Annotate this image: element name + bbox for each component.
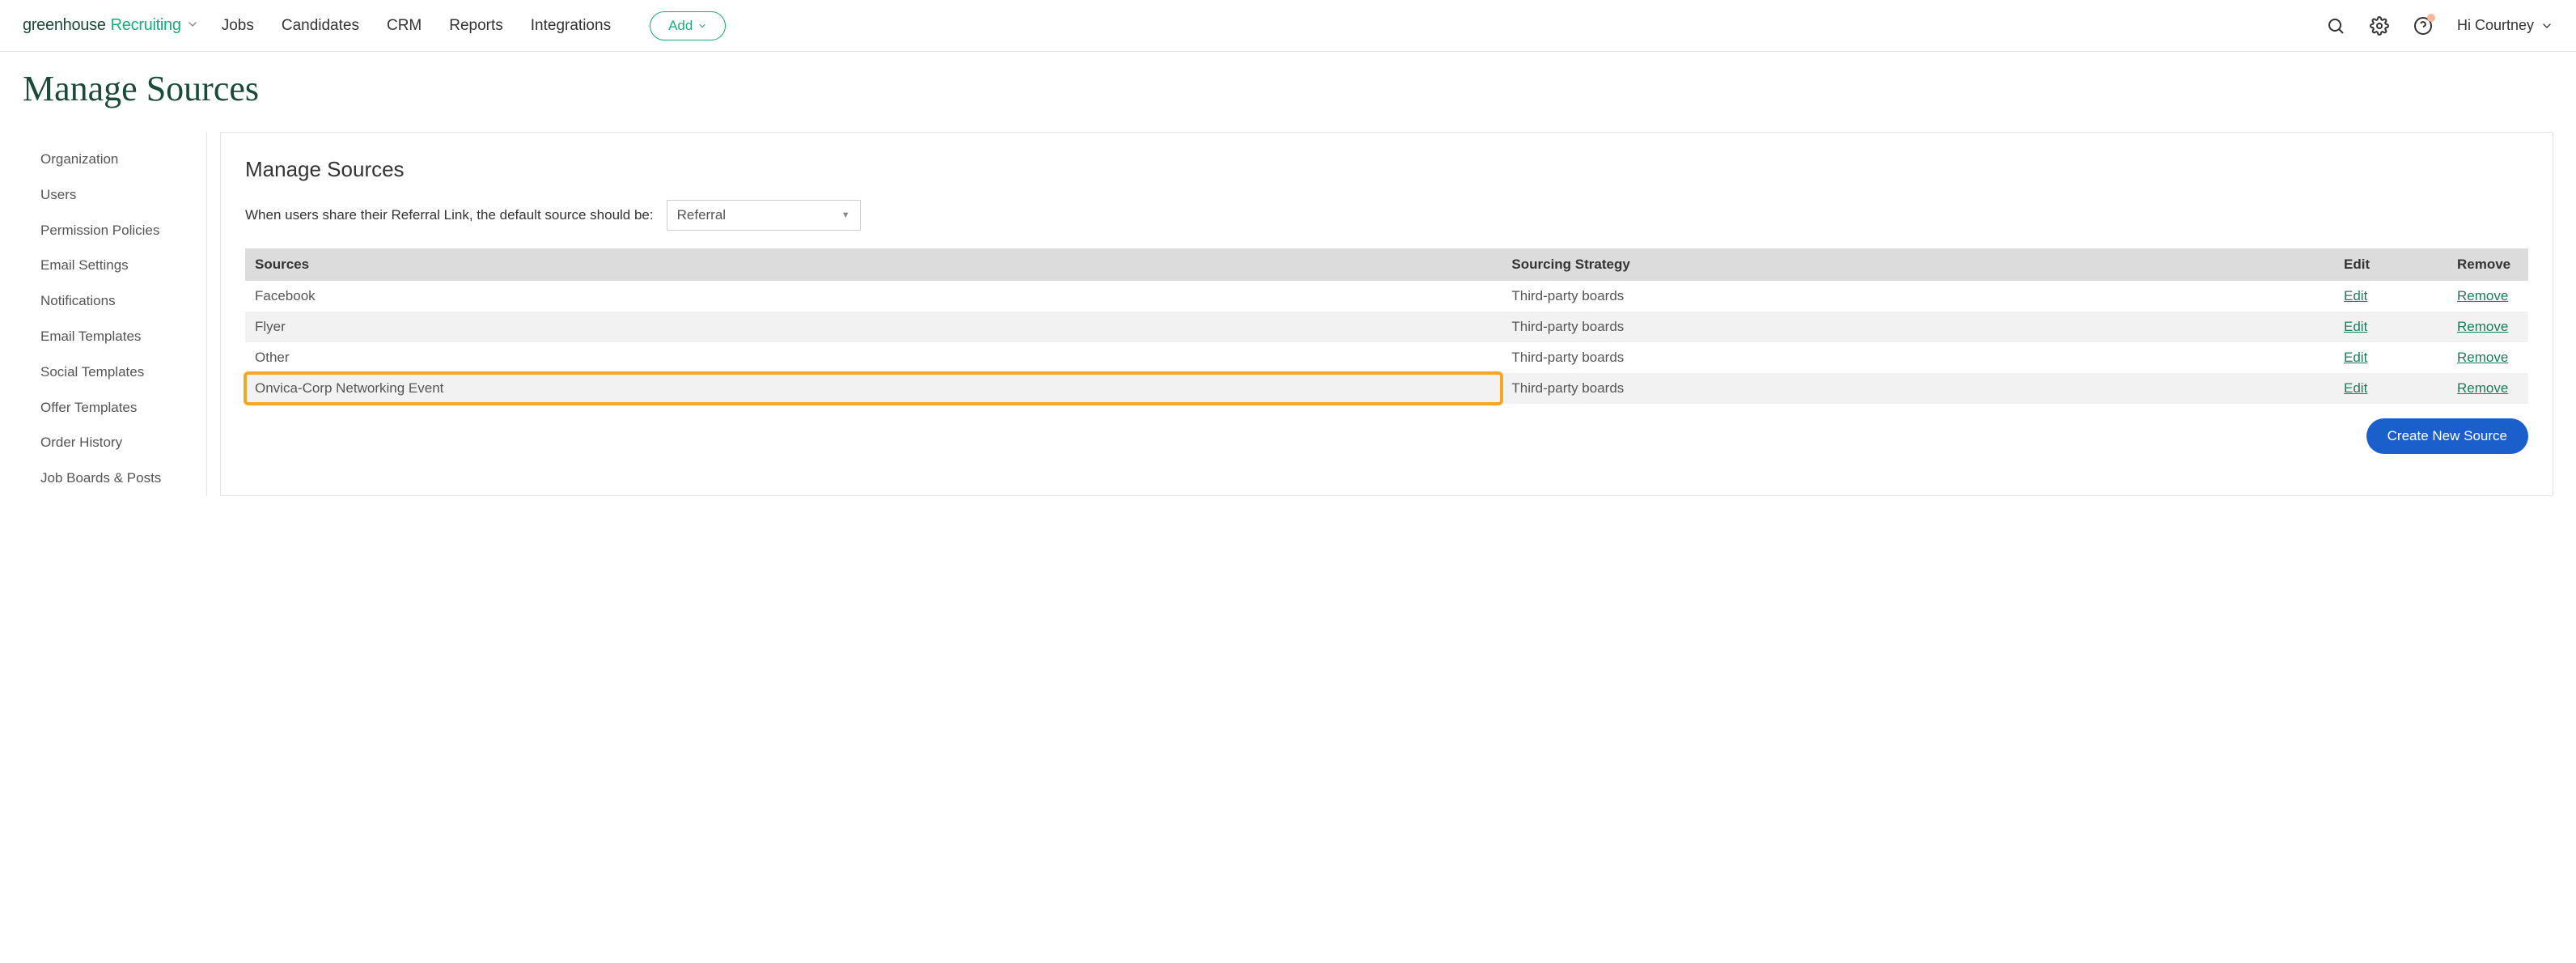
sidebar-item-email-templates[interactable]: Email Templates (23, 319, 206, 354)
search-icon[interactable] (2326, 16, 2345, 36)
table-row: Facebook Third-party boards Edit Remove (245, 281, 2528, 312)
remove-link[interactable]: Remove (2457, 319, 2508, 334)
gear-icon[interactable] (2370, 16, 2389, 36)
sidebar-item-notifications[interactable]: Notifications (23, 283, 206, 319)
source-name-highlighted: Onvica-Corp Networking Event (245, 373, 1502, 404)
panel-heading: Manage Sources (245, 157, 2528, 182)
logo-recruiting: Recruiting (111, 16, 181, 35)
source-strategy: Third-party boards (1502, 281, 2334, 312)
table-row: Flyer Third-party boards Edit Remove (245, 312, 2528, 342)
source-name: Facebook (245, 281, 1502, 312)
sidebar-item-permission-policies[interactable]: Permission Policies (23, 213, 206, 248)
nav-right: Hi Courtney (2326, 16, 2553, 36)
settings-sidebar: Organization Users Permission Policies E… (23, 132, 207, 496)
sidebar-item-users[interactable]: Users (23, 177, 206, 213)
source-name: Flyer (245, 312, 1502, 342)
table-row: Onvica-Corp Networking Event Third-party… (245, 373, 2528, 404)
chevron-down-icon (697, 21, 707, 31)
edit-link[interactable]: Edit (2344, 319, 2367, 334)
logo-greenhouse: greenhouse (23, 16, 106, 35)
product-switcher[interactable]: greenhouse Recruiting (23, 16, 199, 35)
default-source-value: Referral (677, 207, 726, 223)
edit-link[interactable]: Edit (2344, 288, 2367, 303)
chevron-down-icon (186, 18, 199, 33)
create-new-source-button[interactable]: Create New Source (2366, 418, 2528, 454)
sidebar-item-offer-templates[interactable]: Offer Templates (23, 390, 206, 426)
sidebar-item-job-boards-posts[interactable]: Job Boards & Posts (23, 460, 206, 496)
remove-link[interactable]: Remove (2457, 380, 2508, 396)
remove-link[interactable]: Remove (2457, 288, 2508, 303)
col-header-strategy: Sourcing Strategy (1502, 248, 2334, 281)
user-greeting: Hi Courtney (2457, 17, 2534, 34)
source-strategy: Third-party boards (1502, 312, 2334, 342)
col-header-edit: Edit (2334, 248, 2447, 281)
help-icon[interactable] (2413, 16, 2433, 36)
default-source-select[interactable]: Referral ▼ (667, 200, 861, 231)
edit-link[interactable]: Edit (2344, 380, 2367, 396)
remove-link[interactable]: Remove (2457, 350, 2508, 365)
default-source-row: When users share their Referral Link, th… (245, 200, 2528, 231)
sidebar-item-order-history[interactable]: Order History (23, 425, 206, 460)
sidebar-item-social-templates[interactable]: Social Templates (23, 354, 206, 390)
top-nav: greenhouse Recruiting Jobs Candidates CR… (0, 0, 2576, 52)
user-menu[interactable]: Hi Courtney (2457, 17, 2553, 34)
page-title: Manage Sources (0, 52, 2576, 132)
nav-crm[interactable]: CRM (387, 17, 422, 35)
sources-table: Sources Sourcing Strategy Edit Remove Fa… (245, 248, 2528, 404)
nav-reports[interactable]: Reports (449, 17, 503, 35)
default-source-label: When users share their Referral Link, th… (245, 207, 654, 223)
nav-integrations[interactable]: Integrations (531, 17, 611, 35)
source-name: Other (245, 342, 1502, 373)
main-panel: Manage Sources When users share their Re… (220, 132, 2553, 496)
content-layout: Organization Users Permission Policies E… (0, 132, 2576, 528)
table-row: Other Third-party boards Edit Remove (245, 342, 2528, 373)
add-button-label: Add (668, 18, 693, 34)
chevron-down-icon (2540, 19, 2553, 32)
nav-candidates[interactable]: Candidates (282, 17, 359, 35)
sidebar-item-organization[interactable]: Organization (23, 142, 206, 177)
sidebar-item-email-settings[interactable]: Email Settings (23, 248, 206, 283)
source-name: Onvica-Corp Networking Event (255, 380, 443, 396)
source-strategy: Third-party boards (1502, 342, 2334, 373)
edit-link[interactable]: Edit (2344, 350, 2367, 365)
col-header-remove: Remove (2447, 248, 2528, 281)
col-header-sources: Sources (245, 248, 1502, 281)
caret-down-icon: ▼ (841, 210, 850, 220)
primary-nav: Jobs Candidates CRM Reports Integrations (222, 17, 611, 35)
nav-jobs[interactable]: Jobs (222, 17, 254, 35)
add-button[interactable]: Add (650, 11, 726, 40)
source-strategy: Third-party boards (1502, 373, 2334, 404)
